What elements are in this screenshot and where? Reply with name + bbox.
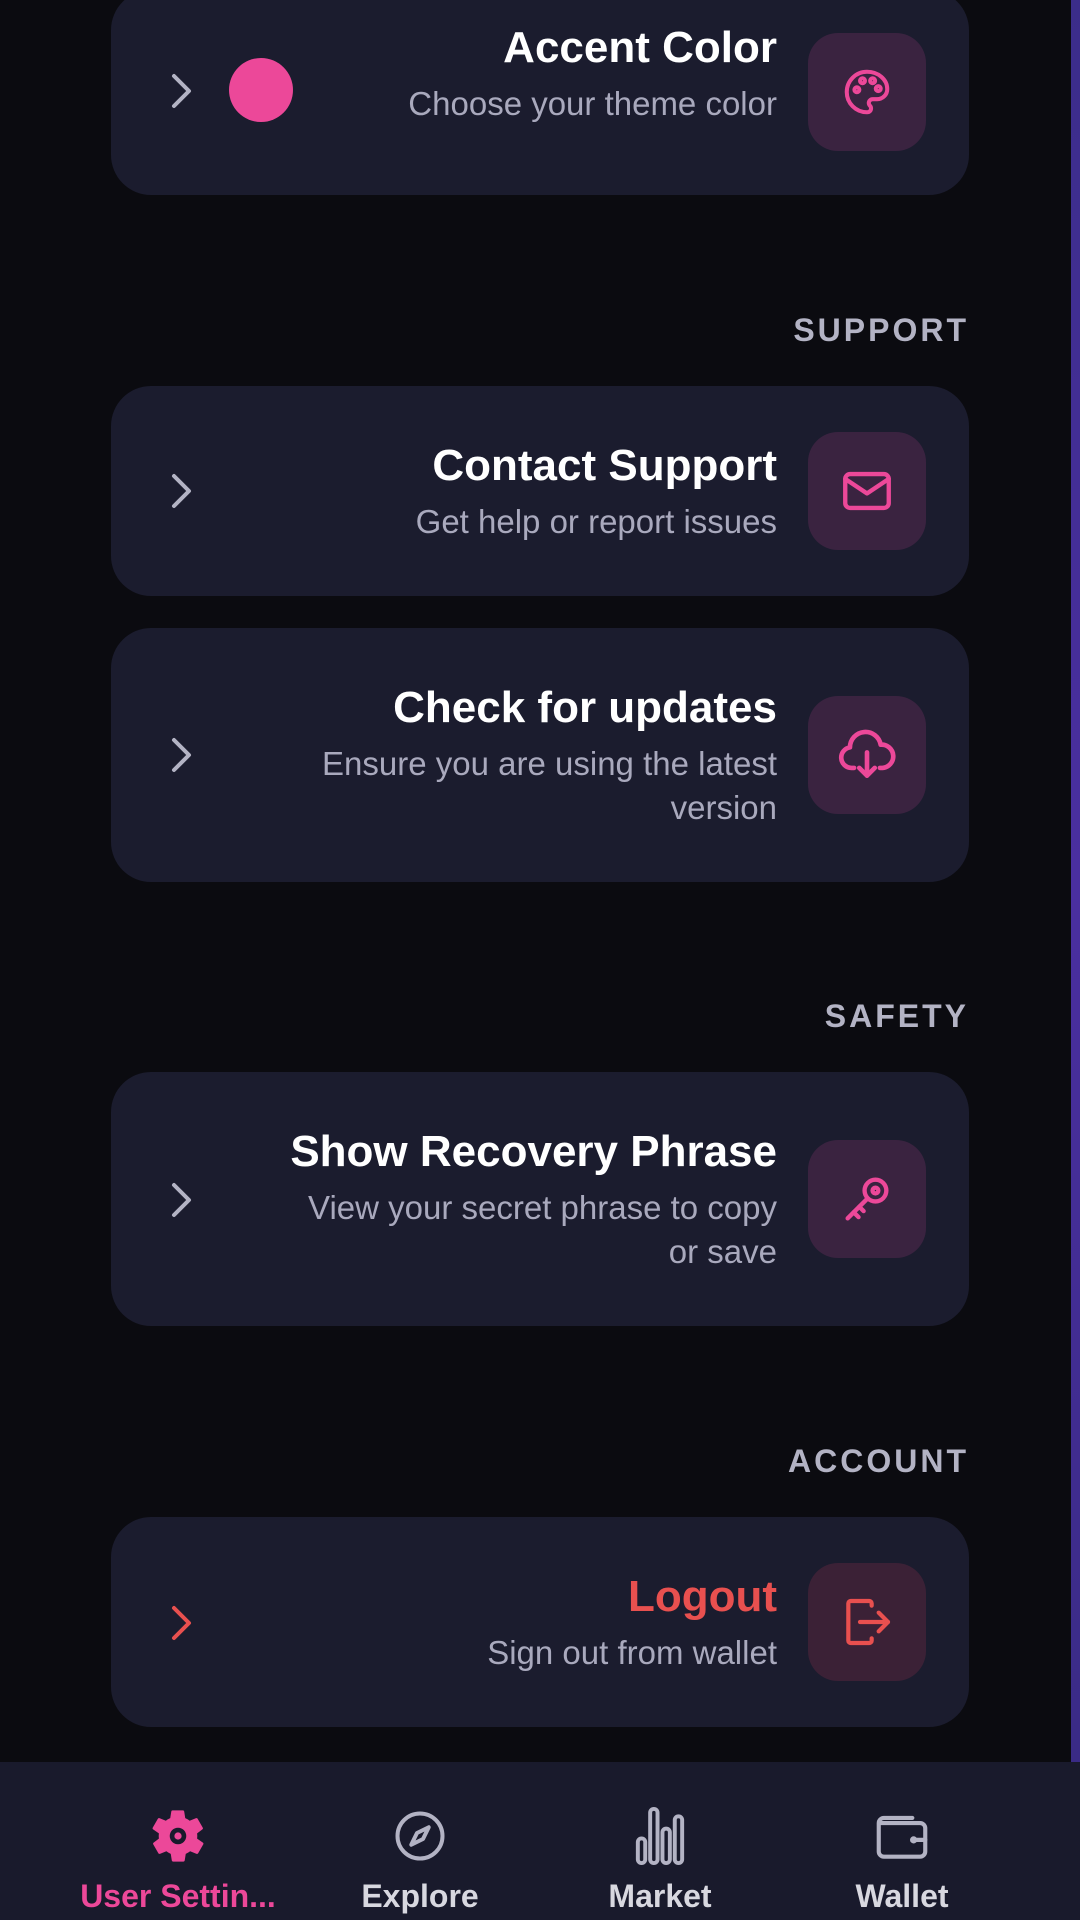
check-updates-row[interactable]: Check for updates Ensure you are using t… bbox=[111, 628, 969, 882]
compass-icon bbox=[388, 1804, 452, 1868]
logout-row[interactable]: Logout Sign out from wallet bbox=[111, 1517, 969, 1727]
recovery-phrase-subtitle: View your secret phrase to copy or save bbox=[308, 1189, 777, 1270]
cloud-download-icon bbox=[838, 729, 896, 778]
contact-support-title: Contact Support bbox=[432, 441, 777, 490]
accent-color-subtitle: Choose your theme color bbox=[408, 85, 777, 122]
accent-color-icon-box bbox=[808, 33, 926, 151]
bar-chart-icon bbox=[628, 1804, 692, 1868]
accent-color-swatch[interactable] bbox=[229, 58, 293, 122]
nav-item-market[interactable]: Market bbox=[560, 1762, 760, 1920]
bottom-navigation: User Settin... Explore Market Wallet bbox=[0, 1762, 1080, 1920]
chevron-right-icon bbox=[167, 1180, 197, 1220]
accent-color-title: Accent Color bbox=[503, 23, 777, 72]
chevron-right-icon bbox=[167, 1603, 197, 1643]
contact-support-icon-box bbox=[808, 432, 926, 550]
gear-icon bbox=[146, 1804, 210, 1868]
nav-label-wallet: Wallet bbox=[855, 1878, 949, 1914]
check-updates-title: Check for updates bbox=[393, 683, 777, 732]
mail-icon bbox=[843, 471, 891, 511]
contact-support-subtitle: Get help or report issues bbox=[415, 503, 777, 540]
logout-subtitle: Sign out from wallet bbox=[487, 1634, 777, 1671]
accent-color-row[interactable]: Accent Color Choose your theme color bbox=[111, 0, 969, 195]
palette-icon bbox=[844, 69, 890, 115]
show-recovery-phrase-row[interactable]: Show Recovery Phrase View your secret ph… bbox=[111, 1072, 969, 1326]
nav-item-wallet[interactable]: Wallet bbox=[802, 1762, 1002, 1920]
logout-title: Logout bbox=[627, 1572, 777, 1621]
nav-item-user-settings[interactable]: User Settin... bbox=[48, 1762, 308, 1920]
nav-item-explore[interactable]: Explore bbox=[320, 1762, 520, 1920]
section-label-support: SUPPORT bbox=[793, 312, 969, 348]
check-updates-icon-box bbox=[808, 696, 926, 814]
check-updates-subtitle: Ensure you are using the latest version bbox=[322, 745, 777, 826]
recovery-phrase-icon-box bbox=[808, 1140, 926, 1258]
logout-icon-box bbox=[808, 1563, 926, 1681]
chevron-right-icon bbox=[167, 71, 197, 111]
nav-label-market: Market bbox=[608, 1878, 712, 1914]
nav-label-user-settings: User Settin... bbox=[80, 1878, 276, 1914]
logout-icon bbox=[846, 1598, 891, 1646]
key-icon bbox=[845, 1177, 889, 1221]
contact-support-row[interactable]: Contact Support Get help or report issue… bbox=[111, 386, 969, 596]
wallet-icon bbox=[870, 1804, 934, 1868]
section-label-account: ACCOUNT bbox=[788, 1443, 969, 1479]
scroll-edge bbox=[1071, 0, 1080, 1762]
recovery-phrase-title: Show Recovery Phrase bbox=[290, 1127, 777, 1176]
chevron-right-icon bbox=[167, 471, 197, 511]
chevron-right-icon bbox=[167, 735, 197, 775]
section-label-safety: SAFETY bbox=[824, 998, 969, 1034]
nav-label-explore: Explore bbox=[361, 1878, 479, 1914]
